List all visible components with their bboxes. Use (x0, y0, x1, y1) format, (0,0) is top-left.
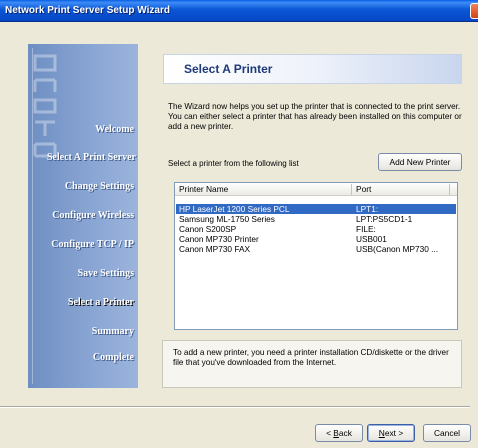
wizard-sidebar: Welcome Select A Print Server Change Set… (28, 44, 138, 388)
info-panel: To add a new printer, you need a printer… (162, 340, 462, 388)
column-divider[interactable] (351, 184, 352, 195)
add-new-printer-button[interactable]: Add New Printer (378, 153, 462, 171)
title-bar[interactable]: Network Print Server Setup Wizard (0, 0, 478, 22)
back-rest: ack (338, 428, 352, 438)
printer-port: LPT1: (356, 204, 379, 214)
cancel-button[interactable]: Cancel (423, 424, 471, 442)
printer-row[interactable]: Samsung ML-1750 Series LPT:PS5CD1-1 (176, 214, 456, 224)
description-text: The Wizard now helps you set up the prin… (168, 102, 462, 131)
printer-port: FILE: (356, 224, 376, 234)
page-title: Select A Printer (184, 62, 273, 76)
info-text: To add a new printer, you need a printer… (173, 348, 449, 367)
step-configure-tcp-ip: Configure TCP / IP (51, 239, 134, 250)
step-complete: Complete (92, 352, 134, 363)
step-save-settings: Save Settings (77, 268, 134, 279)
window-title: Network Print Server Setup Wizard (5, 5, 170, 16)
printer-port: LPT:PS5CD1-1 (356, 214, 413, 224)
printer-row[interactable]: Canon S200SP FILE: (176, 224, 456, 234)
printer-name: Canon MP730 Printer (179, 234, 259, 244)
printer-name: Canon MP730 FAX (179, 244, 251, 254)
page-header: Select A Printer (163, 54, 462, 84)
printer-port: USB001 (356, 234, 387, 244)
next-rest: ext > (384, 428, 404, 438)
printer-name: Samsung ML-1750 Series (179, 214, 275, 224)
printer-row[interactable]: Canon MP730 Printer USB001 (176, 234, 456, 244)
printer-row[interactable]: HP LaserJet 1200 Series PCL LPT1: (176, 204, 456, 214)
footer-separator (0, 406, 470, 408)
printer-name: HP LaserJet 1200 Series PCL (179, 204, 290, 214)
step-summary: Summary (91, 326, 134, 337)
printer-list-header: Printer Name Port (175, 183, 457, 196)
step-select-print-server: Select A Print Server (46, 152, 136, 163)
printer-name: Canon S200SP (179, 224, 237, 234)
column-port[interactable]: Port (356, 184, 371, 194)
step-select-a-printer: Select a Printer (67, 297, 134, 308)
column-divider[interactable] (449, 184, 450, 195)
column-printer-name[interactable]: Printer Name (179, 184, 228, 194)
step-change-settings: Change Settings (64, 181, 134, 192)
back-button[interactable]: < Back (315, 424, 363, 442)
next-button[interactable]: Next > (367, 424, 415, 442)
printer-port: USB(Canon MP730 ... (356, 244, 439, 254)
printer-row[interactable]: Canon MP730 FAX USB(Canon MP730 ... (176, 244, 456, 254)
printer-list-label: Select a printer from the following list (168, 159, 299, 168)
printer-list[interactable]: Printer Name Port HP LaserJet 1200 Serie… (174, 182, 458, 330)
step-welcome: Welcome (95, 124, 134, 135)
close-button[interactable] (470, 3, 478, 19)
step-configure-wireless: Configure Wireless (52, 210, 134, 221)
wizard-window: Network Print Server Setup Wizard Welcom… (0, 0, 478, 448)
